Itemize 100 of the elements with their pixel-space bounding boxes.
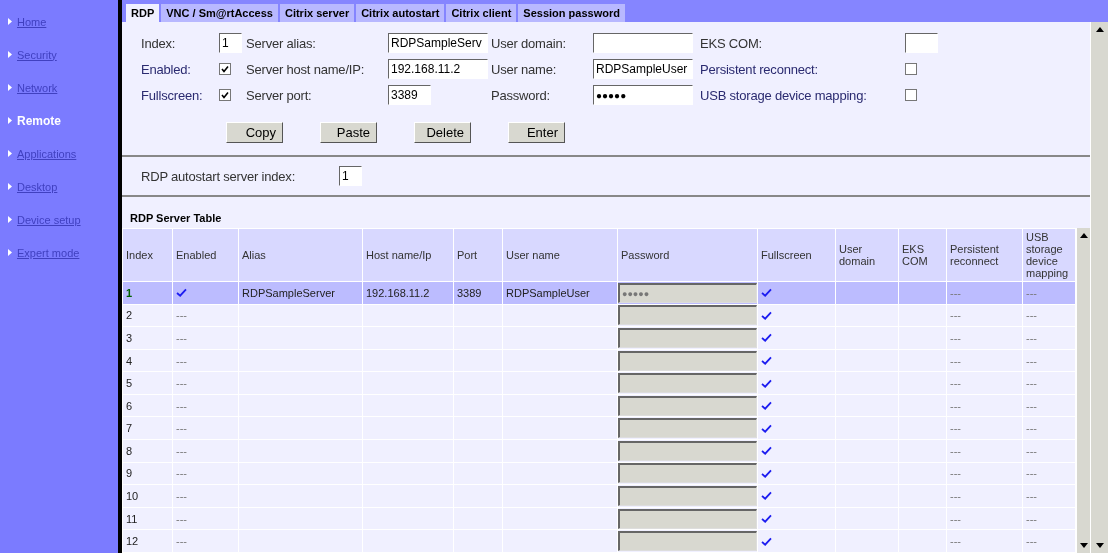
password-field[interactable] bbox=[618, 486, 757, 506]
field-label: User name: bbox=[491, 61, 558, 77]
column-header: Persistent reconnect bbox=[946, 228, 1023, 282]
field-label: Persistent reconnect: bbox=[700, 61, 819, 77]
password-field[interactable] bbox=[618, 395, 757, 416]
table-cell: --- bbox=[1026, 331, 1037, 344]
table-cell: 7 bbox=[126, 422, 133, 435]
username-field[interactable]: RDPSampleUser bbox=[593, 59, 693, 79]
arrow-icon bbox=[8, 150, 12, 157]
action-button[interactable]: Enter bbox=[508, 122, 565, 143]
password-field[interactable] bbox=[618, 440, 757, 461]
table-cell: --- bbox=[950, 422, 961, 435]
table-cell: --- bbox=[1026, 490, 1037, 502]
table-cell: 4 bbox=[126, 354, 133, 367]
alias-field[interactable]: RDPSampleServ bbox=[388, 33, 488, 53]
password-field[interactable]: ●●●●● bbox=[593, 85, 693, 105]
table-cell: --- bbox=[950, 467, 961, 480]
field-label: Index: bbox=[141, 35, 177, 51]
tab[interactable]: VNC / Sm@rtAccess bbox=[161, 4, 278, 22]
table-row[interactable]: 11 --- --- --- bbox=[122, 507, 1076, 530]
table-cell: --- bbox=[950, 331, 961, 344]
table-cell: 1 bbox=[126, 286, 133, 299]
table-cell: --- bbox=[176, 490, 187, 502]
table-cell: 8 bbox=[126, 444, 133, 457]
tab[interactable]: Citrix autostart bbox=[356, 4, 445, 22]
table-cell: --- bbox=[1026, 399, 1037, 412]
table-cell: RDPSampleUser bbox=[506, 286, 590, 299]
table-cell: 6 bbox=[126, 399, 133, 412]
tab[interactable]: RDP bbox=[126, 4, 160, 22]
password-field[interactable] bbox=[618, 508, 757, 529]
action-button[interactable]: Delete bbox=[414, 122, 471, 143]
column-header: USB storage device mapping bbox=[1022, 228, 1076, 282]
checkbox[interactable] bbox=[905, 89, 917, 101]
table-row[interactable]: 1 RDPSampleServer 192.168.11.2 3389 RDPSampleUser ●●●●● --- --- bbox=[122, 281, 1076, 305]
table-row[interactable]: 8 --- --- --- bbox=[122, 439, 1076, 463]
table-cell: --- bbox=[176, 467, 187, 480]
table-row[interactable]: 10 --- --- --- bbox=[122, 484, 1076, 508]
scrollbar[interactable] bbox=[1076, 228, 1090, 553]
port-field[interactable]: 3389 bbox=[388, 85, 431, 105]
column-header: Host name/Ip bbox=[362, 228, 454, 282]
table-cell: --- bbox=[1026, 309, 1037, 322]
table-cell: 5 bbox=[126, 377, 133, 390]
table-cell: 3 bbox=[126, 331, 133, 344]
domain-field[interactable] bbox=[593, 33, 693, 53]
column-header: Port bbox=[453, 228, 503, 282]
column-header: User name bbox=[502, 228, 618, 282]
column-header: Index bbox=[122, 228, 173, 282]
table-row[interactable]: 5 --- --- --- bbox=[122, 371, 1076, 395]
scroll-up-icon[interactable] bbox=[1079, 233, 1088, 238]
table-row[interactable]: 12 --- --- --- bbox=[122, 529, 1076, 553]
table-cell: --- bbox=[176, 535, 187, 548]
table-row[interactable]: 3 --- --- --- bbox=[122, 326, 1076, 350]
eks-field[interactable] bbox=[905, 33, 938, 53]
checkbox[interactable] bbox=[905, 63, 917, 75]
password-field[interactable] bbox=[618, 327, 757, 348]
table-cell: 2 bbox=[126, 309, 133, 322]
password-field[interactable] bbox=[618, 463, 757, 484]
password-field[interactable] bbox=[618, 373, 757, 394]
table-cell: --- bbox=[950, 286, 961, 299]
table-cell: --- bbox=[1026, 512, 1037, 525]
table-cell: --- bbox=[176, 444, 187, 457]
field-label: User domain: bbox=[491, 35, 567, 51]
password-field[interactable] bbox=[618, 350, 757, 371]
table-title: RDP Server Table bbox=[129, 211, 223, 226]
field-label: USB storage device mapping: bbox=[700, 87, 868, 103]
table-row[interactable]: 6 --- --- --- bbox=[122, 394, 1076, 417]
table-row[interactable]: 7 --- --- --- bbox=[122, 416, 1076, 440]
table-cell: --- bbox=[176, 512, 187, 525]
table-cell: --- bbox=[176, 422, 187, 435]
tab[interactable]: Citrix client bbox=[446, 4, 517, 22]
table-cell: --- bbox=[176, 309, 187, 322]
host-field[interactable]: 192.168.11.2 bbox=[388, 59, 488, 79]
autostart-field[interactable]: 1 bbox=[339, 166, 363, 186]
arrow-icon bbox=[8, 249, 12, 256]
tab[interactable]: Citrix server bbox=[279, 4, 355, 22]
table-row[interactable]: 4 --- --- --- bbox=[122, 349, 1076, 372]
column-header: EKS COM bbox=[898, 228, 947, 282]
table-cell: --- bbox=[1026, 286, 1037, 299]
table-cell: --- bbox=[950, 535, 961, 548]
arrow-icon bbox=[8, 51, 12, 58]
table-cell: --- bbox=[176, 377, 187, 390]
checkbox[interactable] bbox=[219, 63, 231, 75]
field-label: Enabled: bbox=[141, 61, 192, 77]
table-cell: 192.168.11.2 bbox=[366, 286, 430, 299]
password-field[interactable] bbox=[618, 305, 757, 326]
scroll-up-icon[interactable] bbox=[1095, 27, 1104, 32]
index-field[interactable]: 1 bbox=[219, 33, 242, 53]
table-cell: --- bbox=[950, 309, 961, 322]
password-field[interactable] bbox=[618, 418, 757, 439]
password-field[interactable] bbox=[618, 531, 757, 552]
column-header: User domain bbox=[835, 228, 899, 282]
field-label: EKS COM: bbox=[700, 35, 763, 51]
table-row[interactable]: 9 --- --- --- bbox=[122, 462, 1076, 485]
action-button[interactable]: Copy bbox=[226, 122, 283, 143]
tab[interactable]: Session password bbox=[518, 4, 625, 22]
action-button[interactable]: Paste bbox=[320, 122, 377, 143]
checkbox[interactable] bbox=[219, 89, 231, 101]
scrollbar[interactable] bbox=[1090, 22, 1108, 553]
table-cell: --- bbox=[176, 399, 187, 412]
table-row[interactable]: 2 --- --- --- bbox=[122, 304, 1076, 327]
